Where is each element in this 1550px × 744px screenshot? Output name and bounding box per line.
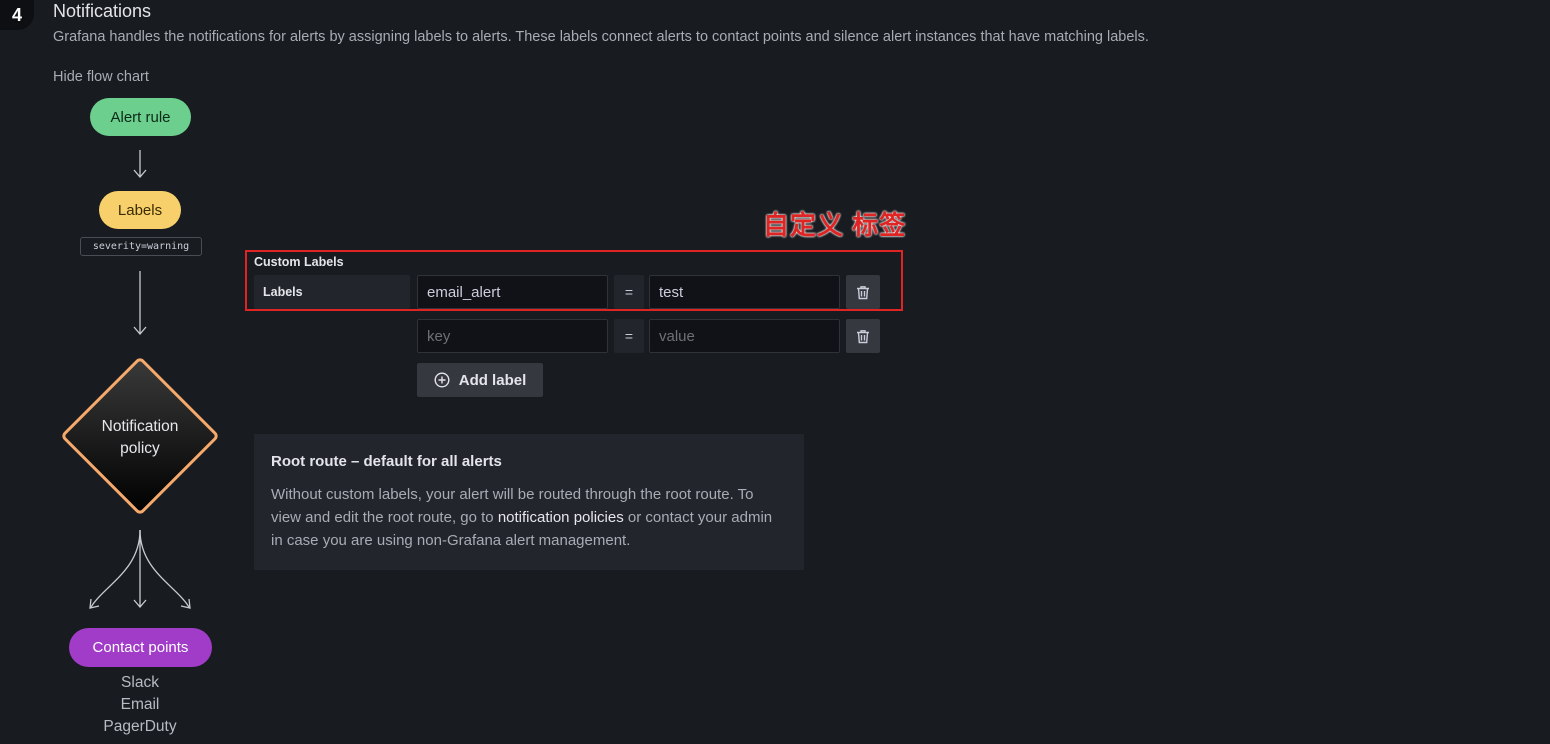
contact-type-pagerduty: PagerDuty (103, 718, 177, 735)
trash-icon (857, 329, 869, 343)
label-operator: = (614, 275, 644, 309)
delete-label-button[interactable] (846, 275, 880, 309)
contact-type-email: Email (120, 696, 160, 713)
labels-node: Labels (99, 191, 181, 229)
add-label-button[interactable]: Add label (417, 363, 543, 397)
root-route-info-box: Root route – default for all alerts With… (254, 434, 804, 570)
contact-type-slack: Slack (121, 674, 159, 691)
label-example-tag: severity=warning (80, 237, 202, 256)
label-value-input[interactable] (649, 275, 840, 309)
plus-circle-icon (434, 372, 450, 388)
add-label-text: Add label (458, 371, 527, 389)
info-title: Root route – default for all alerts (271, 453, 502, 470)
label-operator: = (614, 319, 644, 353)
info-body: Without custom labels, your alert will b… (271, 483, 787, 552)
delete-label-button[interactable] (846, 319, 880, 353)
label-key-input[interactable] (417, 319, 608, 353)
policy-line-1: Notification (101, 418, 179, 435)
custom-labels-title: Custom Labels (254, 255, 344, 269)
policy-line-2: policy (120, 440, 160, 457)
fan-out-arrows-icon (89, 529, 191, 609)
notification-policies-link[interactable]: notification policies (498, 509, 624, 526)
arrow-down-icon (133, 271, 147, 335)
contact-points-node: Contact points (69, 628, 212, 667)
label-value-input[interactable] (649, 319, 840, 353)
trash-icon (857, 285, 869, 299)
arrow-down-icon (133, 150, 147, 178)
annotation-custom-labels: 自定义 标签 (763, 210, 907, 240)
alert-rule-node: Alert rule (90, 98, 191, 136)
labels-row-label: Labels (254, 275, 410, 309)
label-key-input[interactable] (417, 275, 608, 309)
notification-policy-text: Notification policy (80, 416, 200, 460)
contact-types-list: Slack Email PagerDuty (90, 672, 190, 738)
